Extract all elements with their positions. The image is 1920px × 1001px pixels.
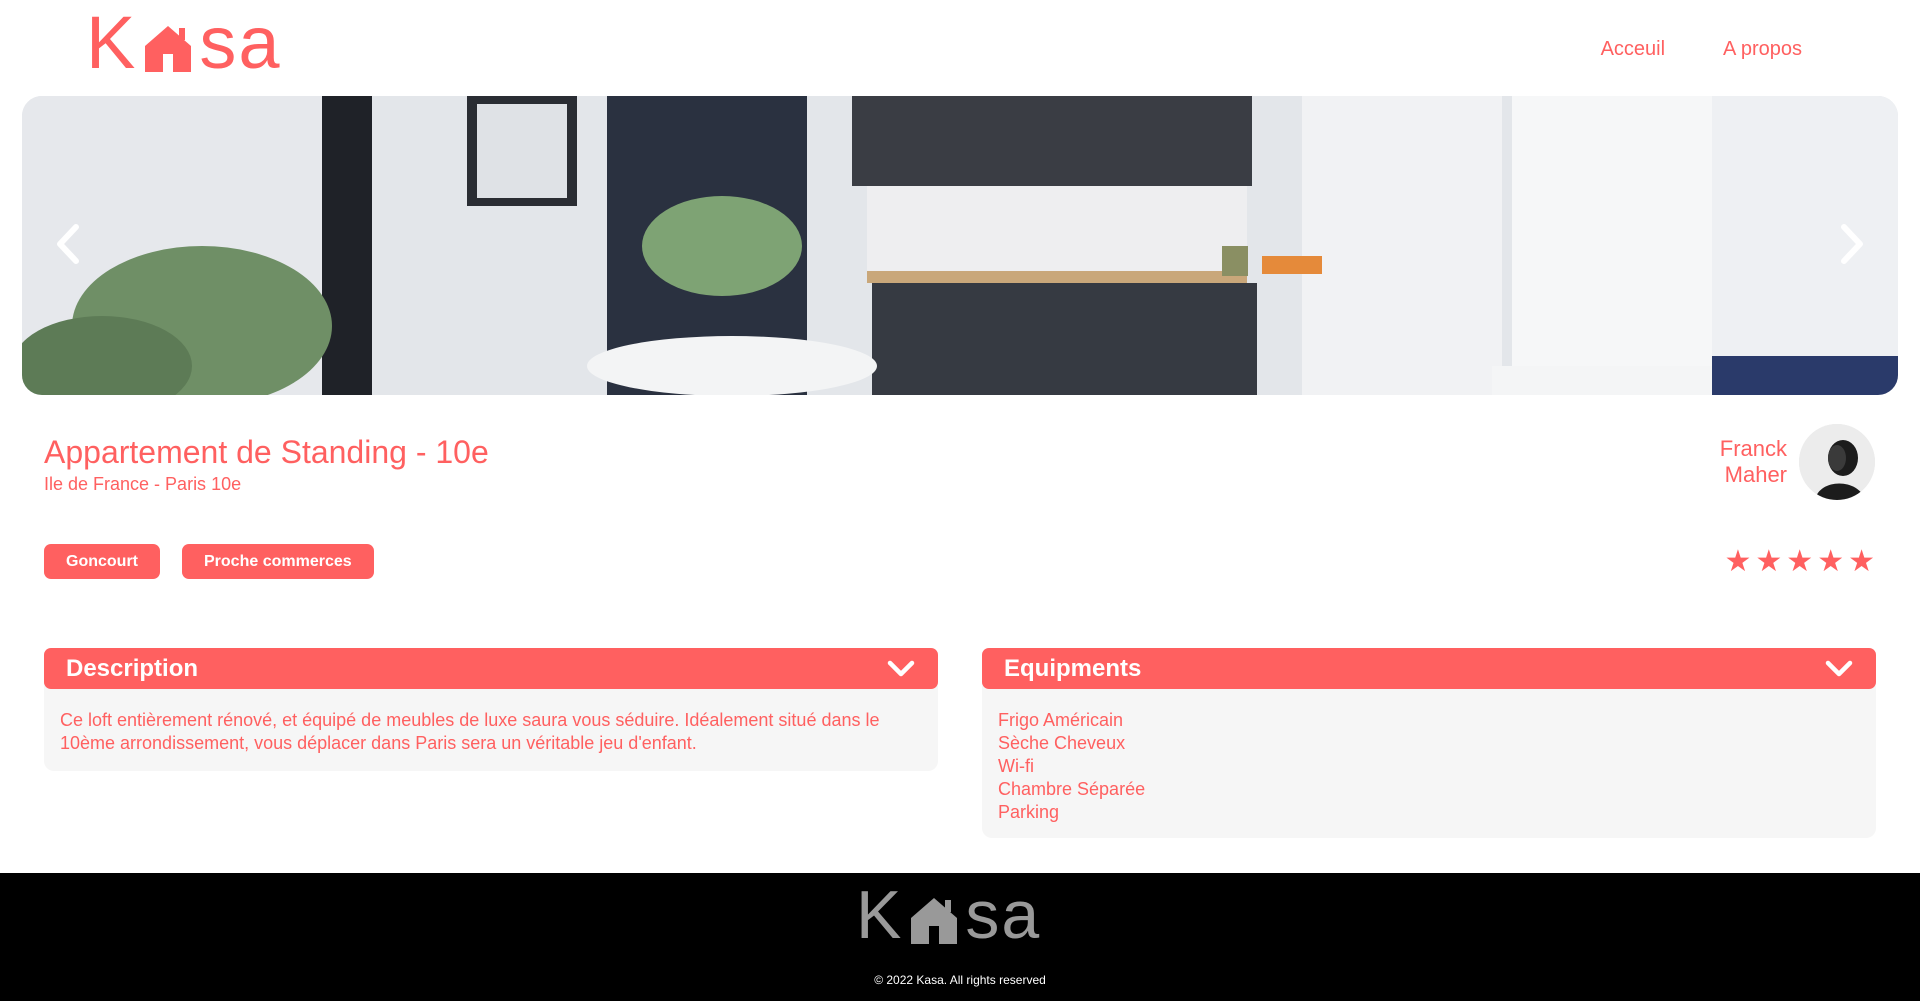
tag[interactable]: Proche commerces	[182, 544, 374, 579]
house-icon	[911, 898, 958, 944]
description-body: Ce loft entièrement rénové, et équipé de…	[44, 683, 938, 771]
logo-letter-k: K	[86, 1, 138, 84]
description-collapse: Description Ce loft entièrement rénové, …	[44, 648, 938, 771]
next-slide-button[interactable]	[1828, 216, 1876, 272]
copyright-text: © 2022 Kasa. All rights reserved	[874, 973, 1046, 987]
logo-letter-s: s	[199, 1, 239, 84]
star-icon: ★	[1817, 545, 1845, 578]
host-avatar	[1799, 424, 1875, 500]
tag-list: Goncourt Proche commerces	[44, 544, 374, 579]
star-icon: ★	[1755, 545, 1783, 578]
tag[interactable]: Goncourt	[44, 544, 160, 579]
equipments-toggle[interactable]: Equipments	[982, 648, 1876, 689]
description-text: Ce loft entièrement rénové, et équipé de…	[60, 710, 880, 753]
apartment-photo	[22, 96, 1898, 395]
equipment-list: Frigo Américain Sèche Cheveux Wi-fi Cham…	[998, 709, 1860, 824]
logo-letter-k: K	[856, 877, 904, 953]
list-item: Wi-fi	[998, 756, 1034, 776]
person-icon	[1799, 424, 1875, 500]
nav-link-about[interactable]: A propos	[1723, 38, 1802, 61]
listing-title: Appartement de Standing - 10e	[44, 434, 489, 470]
logo-letter-s: s	[965, 877, 1002, 953]
chevron-down-icon	[1825, 660, 1853, 676]
nav-link-home[interactable]: Acceuil	[1601, 38, 1665, 61]
list-item: Parking	[998, 802, 1060, 822]
description-toggle[interactable]: Description	[44, 648, 938, 689]
chevron-down-icon	[887, 660, 915, 676]
star-icon: ★	[1848, 545, 1875, 578]
host-last-name: Maher	[1724, 462, 1787, 487]
host-name: Franck Maher	[1720, 436, 1787, 488]
host-info: Franck Maher	[1720, 424, 1875, 500]
equipments-collapse: Equipments Frigo Américain Sèche Cheveux…	[982, 648, 1876, 838]
chevron-right-icon	[1841, 224, 1863, 264]
listing-location: Ile de France - Paris 10e	[44, 474, 242, 494]
footer-logo: K s a	[856, 877, 1042, 953]
rating-stars: ★ ★ ★ ★ ★	[1724, 545, 1875, 579]
list-item: Chambre Séparée	[998, 779, 1146, 799]
list-item: Sèche Cheveux	[998, 733, 1126, 753]
header: K s a Acceuil A propos	[0, 0, 1920, 96]
list-item: Frigo Américain	[998, 710, 1124, 730]
logo-letter-a: a	[1001, 877, 1042, 953]
equipments-body: Frigo Américain Sèche Cheveux Wi-fi Cham…	[982, 683, 1876, 838]
photo-carousel	[22, 96, 1898, 395]
host-first-name: Franck	[1719, 436, 1787, 461]
star-icon: ★	[1786, 545, 1814, 578]
description-title: Description	[66, 654, 199, 682]
star-icon: ★	[1724, 545, 1752, 578]
kasa-logo[interactable]: K s a	[86, 1, 282, 84]
main-nav: Acceuil A propos	[1601, 38, 1802, 61]
chevron-left-icon	[57, 224, 79, 264]
logo-letter-a: a	[238, 1, 282, 84]
house-icon	[145, 26, 192, 72]
footer: K s a © 2022 Kasa. All rights reserved	[0, 873, 1920, 1001]
equipments-title: Equipments	[1004, 654, 1142, 682]
prev-slide-button[interactable]	[44, 216, 92, 272]
